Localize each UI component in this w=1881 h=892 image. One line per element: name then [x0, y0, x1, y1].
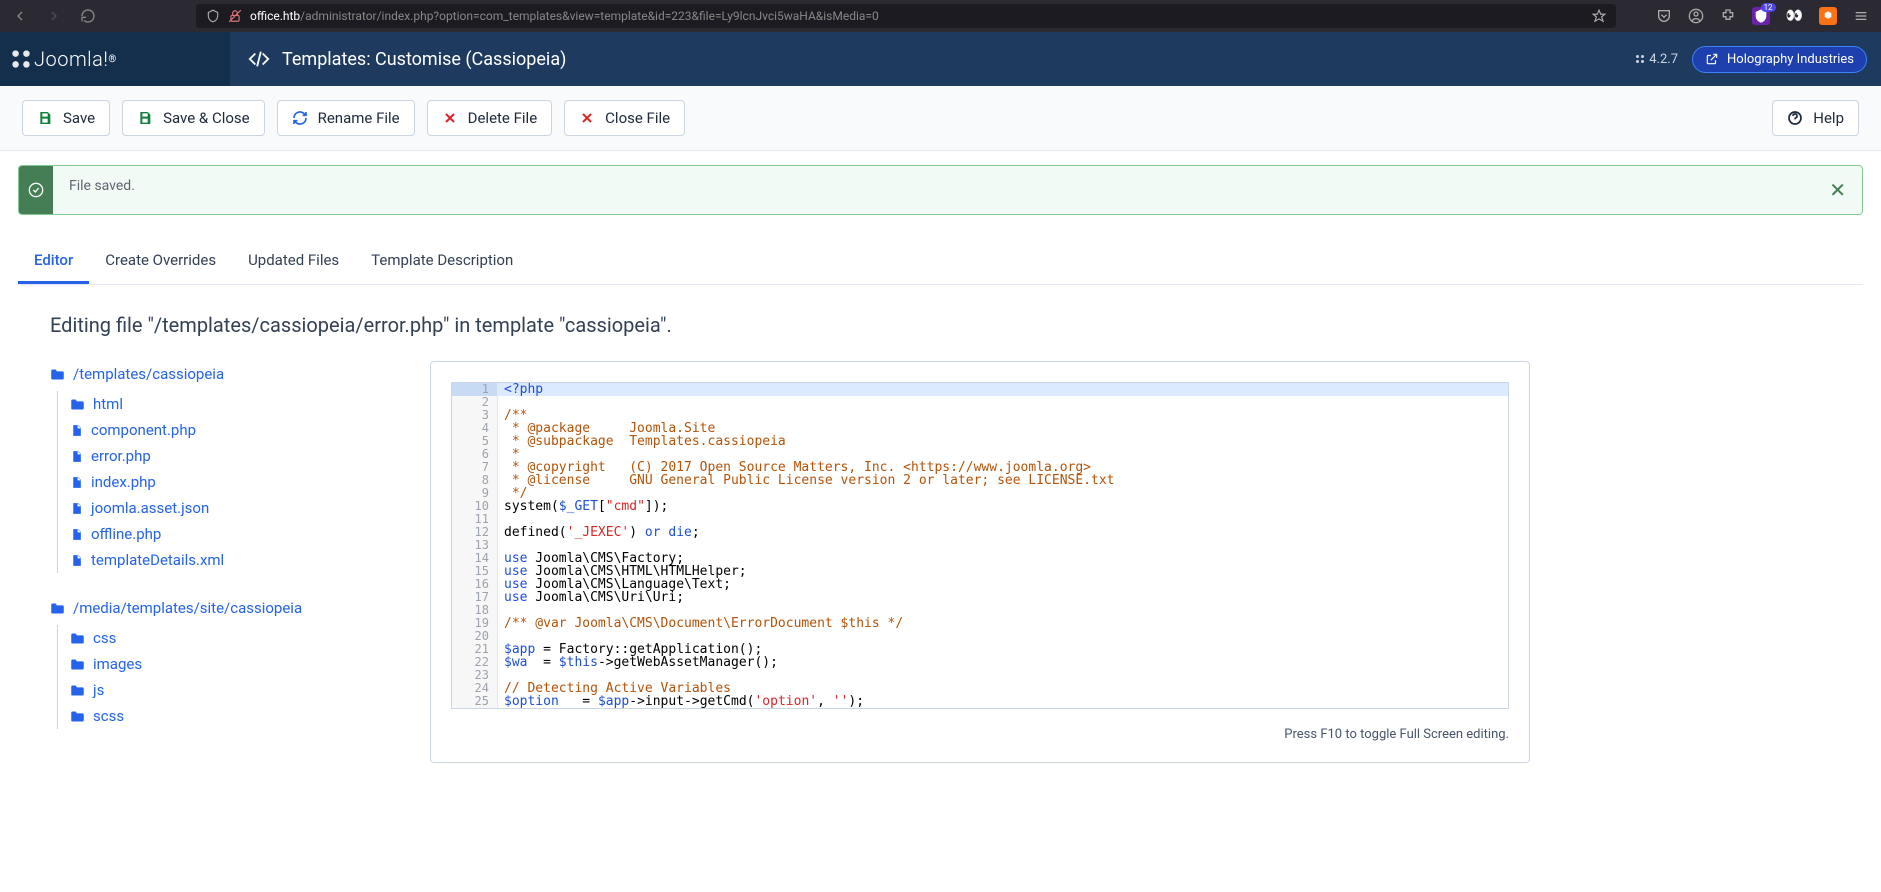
bookmark-icon[interactable]: [1592, 9, 1606, 23]
url-path: /administrator/index.php?option=com_temp…: [300, 9, 879, 23]
tree-item-error[interactable]: error.php: [70, 443, 410, 469]
tree-item-offline[interactable]: offline.php: [70, 521, 410, 547]
folder-icon: [70, 398, 85, 411]
tree-root-templates[interactable]: /templates/cassiopeia: [50, 365, 410, 383]
joomla-mini-icon: [1634, 53, 1646, 65]
browser-extensions: 12 👀 ⬢: [1656, 7, 1869, 25]
tab-editor[interactable]: Editor: [18, 237, 89, 284]
tree-item-html[interactable]: html: [70, 391, 410, 417]
code-editor-panel: 1<?php2 3/**4 * @package Joomla.Site5 * …: [430, 361, 1530, 763]
rename-file-button[interactable]: Rename File: [277, 100, 415, 136]
refresh-icon: [292, 110, 308, 126]
editing-heading: Editing file "/templates/cassiopeia/erro…: [18, 285, 1863, 361]
code-icon: [248, 48, 270, 70]
folder-icon: [70, 710, 85, 723]
toolbar: Save Save & Close Rename File Delete Fil…: [0, 86, 1881, 151]
url-bar[interactable]: office.htb/administrator/index.php?optio…: [196, 4, 1616, 28]
folder-icon: [70, 658, 85, 671]
delete-file-button[interactable]: Delete File: [427, 100, 553, 136]
close-file-button[interactable]: Close File: [564, 100, 685, 136]
menu-icon[interactable]: [1853, 8, 1869, 24]
folder-icon: [50, 368, 65, 381]
x-icon: [579, 110, 595, 126]
x-icon: [442, 110, 458, 126]
alert-message: File saved.: [53, 166, 1813, 214]
fullscreen-hint: Press F10 to toggle Full Screen editing.: [451, 709, 1509, 742]
joomla-logo[interactable]: Joomla!®: [0, 46, 230, 72]
file-tree: /templates/cassiopeia html component.php…: [50, 361, 410, 763]
tree-item-js[interactable]: js: [70, 677, 410, 703]
joomla-logo-icon: [8, 46, 34, 72]
save-button[interactable]: Save: [22, 100, 110, 136]
joomla-header: Joomla!® Templates: Customise (Cassiopei…: [0, 32, 1881, 86]
tree-item-index[interactable]: index.php: [70, 469, 410, 495]
file-icon: [70, 501, 83, 516]
tree-item-css[interactable]: css: [70, 625, 410, 651]
ext-foxyproxy-icon[interactable]: 👀: [1786, 8, 1803, 24]
success-icon: [19, 166, 53, 214]
browser-chrome: office.htb/administrator/index.php?optio…: [0, 0, 1881, 32]
open-site-button[interactable]: Holography Industries: [1692, 46, 1867, 73]
help-button[interactable]: Help: [1772, 100, 1859, 136]
folder-icon: [70, 684, 85, 697]
account-icon[interactable]: [1688, 8, 1704, 24]
folder-icon: [70, 632, 85, 645]
version-label: 4.2.7: [1634, 52, 1678, 67]
file-icon: [70, 449, 83, 464]
url-host: office.htb: [250, 9, 300, 23]
tree-item-asset[interactable]: joomla.asset.json: [70, 495, 410, 521]
code-editor[interactable]: 1<?php2 3/**4 * @package Joomla.Site5 * …: [451, 382, 1509, 709]
help-icon: [1787, 110, 1803, 126]
file-icon: [70, 475, 83, 490]
lock-icon: [228, 9, 242, 23]
success-alert: File saved. ✕: [18, 165, 1863, 215]
tab-template-description[interactable]: Template Description: [355, 237, 529, 284]
tab-updated-files[interactable]: Updated Files: [232, 237, 355, 284]
tab-create-overrides[interactable]: Create Overrides: [89, 237, 232, 284]
file-icon: [70, 423, 83, 438]
tree-root-media[interactable]: /media/templates/site/cassiopeia: [50, 599, 410, 617]
alert-close-button[interactable]: ✕: [1813, 166, 1862, 214]
reload-icon[interactable]: [80, 8, 96, 24]
tree-item-templatedetails[interactable]: templateDetails.xml: [70, 547, 410, 573]
folder-icon: [50, 602, 65, 615]
ext-burp-icon[interactable]: ⬢: [1819, 7, 1837, 25]
file-icon: [70, 527, 83, 542]
tabs: Editor Create Overrides Updated Files Te…: [18, 237, 1863, 285]
extensions-icon[interactable]: [1720, 8, 1736, 24]
ext-badge-ublock[interactable]: 12: [1752, 7, 1770, 25]
back-icon[interactable]: [12, 8, 28, 24]
forward-icon[interactable]: [46, 8, 62, 24]
tree-item-component[interactable]: component.php: [70, 417, 410, 443]
tree-item-images[interactable]: images: [70, 651, 410, 677]
external-link-icon: [1705, 52, 1719, 66]
save-close-button[interactable]: Save & Close: [122, 100, 265, 136]
page-title: Templates: Customise (Cassiopeia): [230, 48, 1634, 70]
save-icon: [37, 110, 53, 126]
file-icon: [70, 553, 83, 568]
tree-item-scss[interactable]: scss: [70, 703, 410, 729]
pocket-icon[interactable]: [1656, 8, 1672, 24]
save-icon: [137, 110, 153, 126]
shield-icon: [206, 9, 220, 23]
